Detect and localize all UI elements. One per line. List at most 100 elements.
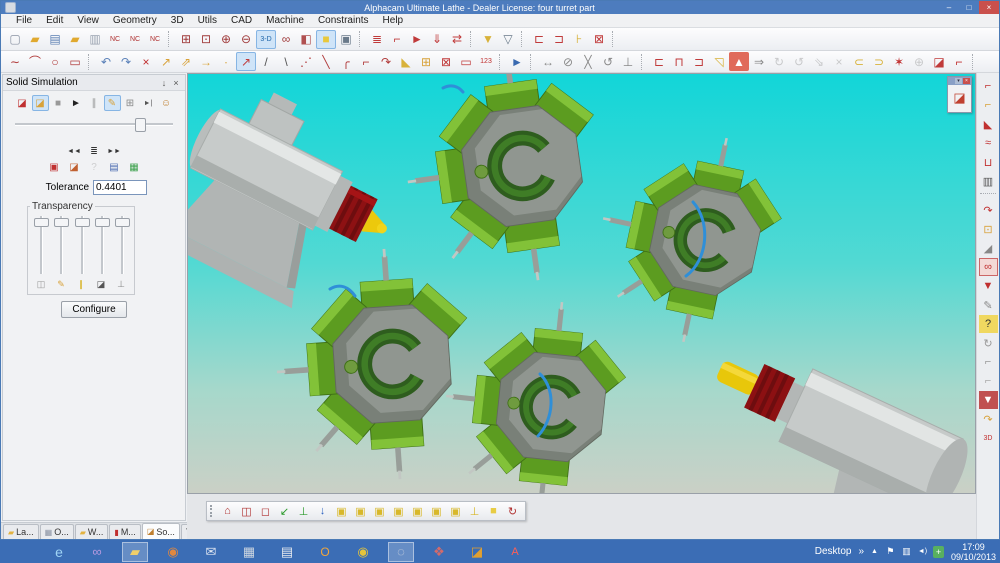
- rotate-view-icon[interactable]: ↻: [503, 503, 522, 519]
- cube-bottom-view-icon[interactable]: ▣: [427, 503, 446, 519]
- machine-transparency-icon[interactable]: ⊥: [114, 278, 128, 291]
- transparency-slider-4[interactable]: [95, 216, 108, 274]
- face-turn-icon[interactable]: ◣: [979, 115, 998, 133]
- select-arrow-icon[interactable]: ►: [507, 52, 527, 71]
- plane-normal-icon[interactable]: ⊥: [465, 503, 484, 519]
- show-hidden-icons-button[interactable]: ▲: [871, 548, 878, 555]
- knurl-turn-icon[interactable]: ▥: [979, 172, 998, 190]
- nc-edit-icon[interactable]: NC: [125, 30, 145, 49]
- settings-app-icon[interactable]: ◌: [388, 542, 414, 562]
- edit-geometry-icon[interactable]: ↗: [236, 52, 256, 71]
- break-entity-icon[interactable]: /: [256, 52, 276, 71]
- save-drawing-icon[interactable]: ▥: [85, 30, 105, 49]
- link-holes-icon[interactable]: ∞: [979, 258, 998, 276]
- snap-point-icon[interactable]: ∙: [216, 52, 236, 71]
- slider-thumb[interactable]: [34, 218, 49, 227]
- holder-transparency-icon[interactable]: ✎: [54, 278, 68, 291]
- delete-icon[interactable]: ×: [136, 52, 156, 71]
- spin-tool-icon[interactable]: ↻: [979, 334, 998, 352]
- minimize-button[interactable]: –: [939, 1, 959, 14]
- stock-view-icon[interactable]: ▲: [729, 52, 749, 71]
- new-file-icon[interactable]: ▢: [5, 30, 25, 49]
- solid-view-icon[interactable]: ■: [316, 30, 336, 49]
- chrome-icon[interactable]: ◉: [350, 542, 376, 562]
- axes-flip-icon[interactable]: ↙: [275, 503, 294, 519]
- finish-turn-icon[interactable]: ⌐: [979, 96, 998, 114]
- tool-transparency-icon[interactable]: ❙: [74, 278, 88, 291]
- boxed-drill-icon[interactable]: ⊡: [979, 220, 998, 238]
- mail-icon[interactable]: ✉: [198, 542, 224, 562]
- rotate-cw-icon[interactable]: ↻: [769, 52, 789, 71]
- cancel-part-icon[interactable]: ×: [829, 52, 849, 71]
- cube-iso-view-icon[interactable]: ▣: [446, 503, 465, 519]
- transparency-slider-3[interactable]: [75, 216, 88, 274]
- menu-constraints[interactable]: Constraints: [311, 15, 376, 26]
- menu-cad[interactable]: CAD: [224, 15, 259, 26]
- cube-front-view-icon[interactable]: ▣: [351, 503, 370, 519]
- calculator-icon[interactable]: ▦: [236, 542, 262, 562]
- groove-turn-icon[interactable]: ⊔: [979, 153, 998, 171]
- dim-linear-icon[interactable]: ↔: [538, 52, 558, 71]
- sim-stop-mid-icon[interactable]: ≣: [86, 145, 102, 157]
- sim-operator-icon[interactable]: ☺: [158, 95, 175, 111]
- align-axis-icon[interactable]: ⊕: [909, 52, 929, 71]
- feed-direction-icon[interactable]: ⇒: [749, 52, 769, 71]
- sim-fast-mode-icon[interactable]: ◪: [14, 95, 31, 111]
- cube-right-view-icon[interactable]: ▣: [389, 503, 408, 519]
- title-bar[interactable]: Alphacam Ultimate Lathe - Dealer License…: [1, 1, 999, 14]
- sim-tool-icon[interactable]: ◪: [66, 160, 83, 175]
- dim-perp-icon[interactable]: ⊥: [618, 52, 638, 71]
- menu-3d[interactable]: 3D: [164, 15, 191, 26]
- zoom-in-icon[interactable]: ⊕: [216, 30, 236, 49]
- open-file-icon[interactable]: ▰: [25, 30, 45, 49]
- open-drawing-icon[interactable]: ▰: [65, 30, 85, 49]
- display-settings-icon[interactable]: ▣: [336, 30, 356, 49]
- transparency-slider-5[interactable]: [115, 216, 128, 274]
- move-part-icon[interactable]: ⇘: [809, 52, 829, 71]
- network-icon[interactable]: ▥: [901, 546, 912, 558]
- trim-face-icon[interactable]: ◣: [396, 52, 416, 71]
- stretch-point-icon[interactable]: ↗: [156, 52, 176, 71]
- viewport-3d[interactable]: ▾ × ◪: [187, 73, 976, 494]
- transparency-slider-2[interactable]: [54, 216, 67, 274]
- bend-3d-icon[interactable]: 3D: [979, 429, 998, 447]
- menu-edit[interactable]: Edit: [39, 15, 70, 26]
- tool-change-icon[interactable]: ⇄: [447, 30, 467, 49]
- sheet-tool-icon[interactable]: ◪: [929, 52, 949, 71]
- sim-play-icon[interactable]: ►: [68, 95, 85, 111]
- sim-turbo-mode-icon[interactable]: ◪: [32, 95, 49, 111]
- rough-turn-icon[interactable]: ⌐: [979, 77, 998, 95]
- sim-single-step-icon[interactable]: ⊞: [122, 95, 139, 111]
- ie-icon[interactable]: e: [46, 542, 72, 562]
- spline-icon[interactable]: ∼: [5, 52, 25, 71]
- menu-file[interactable]: File: [9, 15, 39, 26]
- cube-back-view-icon[interactable]: ▣: [408, 503, 427, 519]
- sim-stop-icon[interactable]: ■: [50, 95, 67, 111]
- zoom-window-icon[interactable]: ⊡: [196, 30, 216, 49]
- spindle-left-icon[interactable]: ⊏: [649, 52, 669, 71]
- sim-next-op-icon[interactable]: ►|: [140, 95, 157, 111]
- work-plane-icon[interactable]: ■: [484, 503, 503, 519]
- view-glasses-icon[interactable]: ∞: [276, 30, 296, 49]
- media-app-icon[interactable]: ◉: [160, 542, 186, 562]
- tab-workplanes[interactable]: ▰W...: [75, 524, 109, 539]
- fillet-icon[interactable]: ╭: [336, 52, 356, 71]
- view-3d-icon[interactable]: 3-D: [256, 30, 276, 49]
- circle-icon[interactable]: ○: [45, 52, 65, 71]
- nc-output-icon[interactable]: NC: [145, 30, 165, 49]
- fixture-transparency-icon[interactable]: ◪: [94, 278, 108, 291]
- vm-app-icon[interactable]: ❖: [426, 542, 452, 562]
- add-fixture-icon[interactable]: ⊦: [569, 30, 589, 49]
- iso-cube-icon[interactable]: ◫: [237, 503, 256, 519]
- undo-icon[interactable]: ↶: [96, 52, 116, 71]
- floating-tool-palette[interactable]: ▾ × ◪: [947, 76, 972, 113]
- slider-thumb[interactable]: [115, 218, 130, 227]
- rotate-ccw-icon[interactable]: ↺: [789, 52, 809, 71]
- slider-thumb[interactable]: [95, 218, 110, 227]
- tolerance-input[interactable]: [93, 180, 147, 195]
- axes-view-icon[interactable]: ↓: [313, 503, 332, 519]
- dim-cut-icon[interactable]: ╳: [578, 52, 598, 71]
- menu-help[interactable]: Help: [376, 15, 411, 26]
- move-geometry-icon[interactable]: →: [196, 52, 216, 71]
- menu-view[interactable]: View: [70, 15, 106, 26]
